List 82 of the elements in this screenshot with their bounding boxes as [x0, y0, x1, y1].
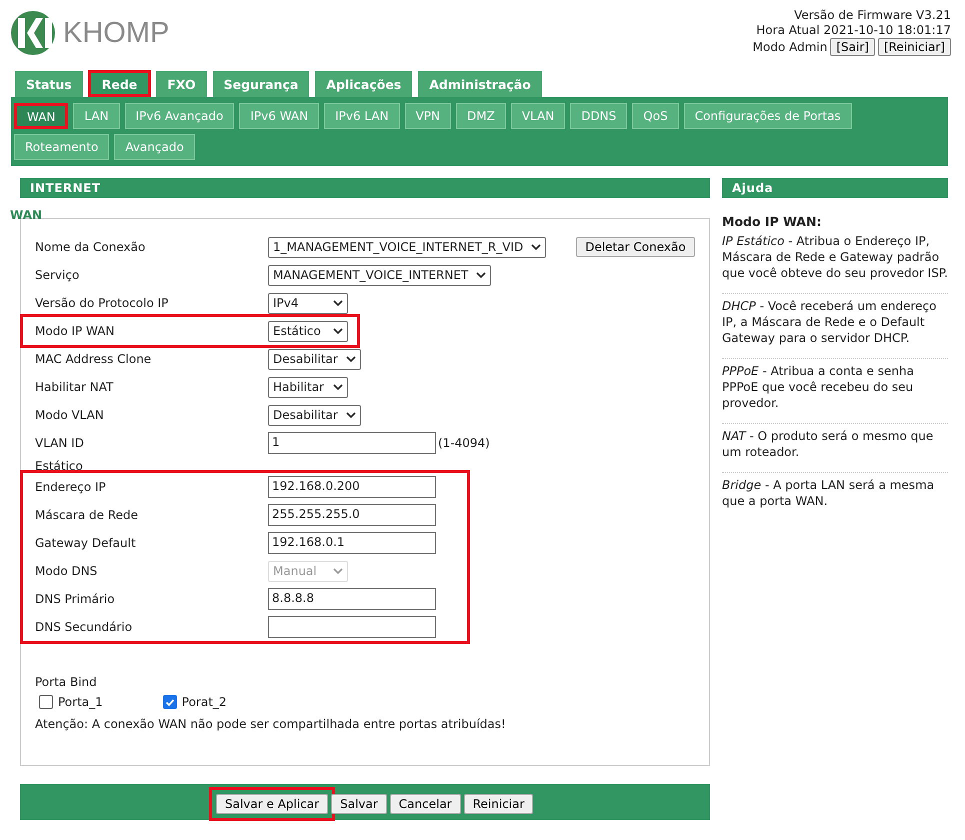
fieldset-legend: WAN — [10, 208, 710, 222]
chevron-down-icon — [531, 244, 542, 250]
dropdown[interactable]: Estático — [268, 320, 348, 342]
checkbox-label: Porat_2 — [182, 695, 227, 709]
chevron-down-icon — [333, 300, 343, 306]
footer-button[interactable]: Salvar e Aplicar — [216, 794, 328, 814]
port-bind-label: Porta Bind — [35, 675, 98, 689]
subnav-tab[interactable]: Configurações de Portas — [684, 103, 852, 129]
chevron-down-icon — [333, 384, 343, 390]
checkbox[interactable] — [39, 695, 53, 709]
dropdown[interactable]: Desabilitar — [268, 348, 361, 370]
nav-tab[interactable]: Segurança — [212, 70, 310, 97]
section-header: INTERNET — [20, 178, 710, 198]
dropdown[interactable]: 1_MANAGEMENT_VOICE_INTERNET_R_VID — [268, 236, 546, 258]
help-text: PPPoE - Atribua a conta e senha PPPoE que você recebeu do seu provedor. — [722, 363, 948, 424]
nav-tab[interactable]: Administração — [417, 70, 543, 97]
field-label: Modo IP WAN — [35, 324, 116, 338]
chevron-down-icon — [333, 328, 343, 334]
header-button[interactable]: [Sair] — [830, 38, 875, 56]
help-text: IP Estático - Atribua o Endereço IP, Máscara de Rede e Gateway padrão que você obteve do seu provedor ISP. — [722, 233, 948, 294]
warning-text: Atenção: A conexão WAN não pode ser compartilhada entre portas atribuídas! — [35, 717, 507, 731]
subnav-tab[interactable]: DDNS — [570, 103, 628, 129]
dropdown[interactable]: MANAGEMENT_VOICE_INTERNET — [268, 264, 492, 286]
subnav-tab[interactable]: IPv6 LAN — [324, 103, 400, 129]
dropdown[interactable]: Habilitar — [268, 376, 348, 398]
help-header: Ajuda — [722, 178, 948, 198]
checkbox-label: Porta_1 — [58, 695, 103, 709]
help-text: DHCP - Você receberá um endereço IP, a Máscara de Rede e o Default Gateway para o servidor DHCP. — [722, 298, 948, 359]
subnav-tab[interactable]: DMZ — [456, 103, 506, 129]
footer-button[interactable]: Reiniciar — [464, 794, 534, 814]
input-field[interactable] — [268, 616, 436, 638]
field-label: Gateway Default — [35, 536, 137, 550]
input-field[interactable]: 1 — [268, 432, 436, 454]
subnav-tab[interactable]: IPv6 Avançado — [124, 103, 234, 129]
nav-tab[interactable]: Aplicações — [314, 70, 414, 97]
checkbox[interactable] — [162, 695, 177, 709]
input-field[interactable]: 255.255.255.0 — [268, 504, 436, 526]
dropdown[interactable]: Desabilitar — [268, 404, 361, 426]
chevron-down-icon — [346, 356, 356, 362]
nav-tab[interactable]: Rede — [88, 70, 152, 97]
field-label: Habilitar NAT — [35, 380, 114, 394]
field-label: DNS Primário — [35, 592, 116, 606]
field-label: MAC Address Clone — [35, 352, 152, 366]
chevron-down-icon — [346, 412, 356, 418]
logo-text: KHOMP — [63, 16, 170, 50]
field-label: Máscara de Rede — [35, 508, 140, 522]
dropdown[interactable]: IPv4 — [268, 292, 348, 314]
input-field[interactable]: 192.168.0.1 — [268, 532, 436, 554]
group-label: Estático — [35, 459, 84, 473]
input-field[interactable]: 192.168.0.200 — [268, 476, 436, 498]
subnav-tab[interactable]: VPN — [404, 103, 452, 129]
subnav-tab[interactable]: VLAN — [510, 103, 566, 129]
subnav-tab[interactable]: LAN — [73, 103, 120, 129]
field-label: Serviço — [35, 268, 80, 282]
subnav-tab[interactable]: IPv6 WAN — [239, 103, 320, 129]
field-label: VLAN ID — [35, 436, 85, 450]
field-label: DNS Secundário — [35, 620, 134, 634]
chevron-down-icon — [476, 272, 486, 278]
nav-tab[interactable]: FXO — [155, 70, 208, 97]
delete-connection-button[interactable]: Deletar Conexão — [576, 237, 695, 257]
admin-mode-label: Modo Admin — [752, 40, 828, 54]
nav-tab[interactable]: Status — [14, 70, 84, 97]
range-hint: (1-4094) — [438, 436, 490, 450]
current-time: Hora Atual 2021-10-10 18:01:17 — [756, 23, 951, 37]
firmware-version: Versão de Firmware V3.21 — [794, 8, 951, 22]
subnav-tab[interactable]: QoS — [632, 103, 679, 129]
subnav-tab[interactable]: Avançado — [114, 134, 195, 160]
subnav-tab[interactable]: WAN — [14, 103, 68, 129]
help-heading: Modo IP WAN: — [722, 214, 822, 229]
header-button[interactable]: [Reiniciar] — [878, 38, 951, 56]
field-label: Nome da Conexão — [35, 240, 146, 254]
field-label: Modo VLAN — [35, 408, 105, 422]
help-text: Bridge - A porta LAN será a mesma que a porta WAN. — [722, 477, 936, 510]
help-text: NAT - O produto será o mesmo que um roteador. — [722, 428, 948, 473]
field-label: Endereço IP — [35, 480, 107, 494]
subnav-tab[interactable]: Roteamento — [14, 134, 110, 160]
footer-button[interactable]: Cancelar — [390, 794, 461, 814]
chevron-down-icon — [333, 568, 343, 574]
field-label: Versão do Protocolo IP — [35, 296, 170, 310]
footer-button[interactable]: Salvar — [331, 794, 387, 814]
input-field[interactable]: 8.8.8.8 — [268, 588, 436, 610]
field-label: Modo DNS — [35, 564, 98, 578]
